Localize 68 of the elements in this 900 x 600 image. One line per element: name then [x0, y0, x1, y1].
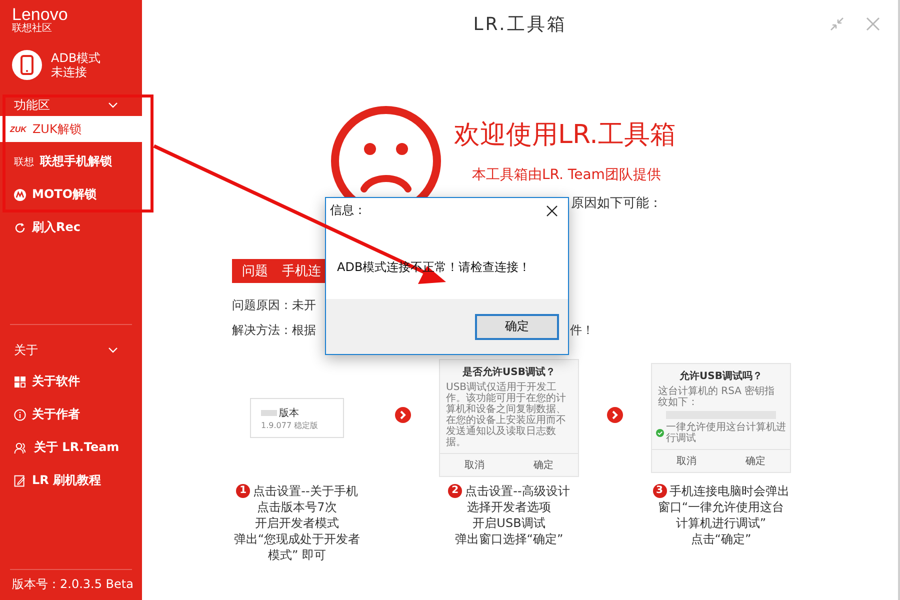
brand-label: 联想: [14, 156, 34, 168]
brand-logo: Lenovo: [12, 6, 68, 23]
info-icon: [14, 408, 26, 420]
check-icon: [656, 428, 664, 438]
checkbox-label: 一律允许使用这台计算机进行调试: [666, 422, 786, 444]
step-caption: 弹出窗口选择“确定”: [454, 531, 564, 547]
step-caption: 选择开发者选项: [466, 499, 551, 515]
dialog-heading: 允许USB调试吗？: [680, 370, 762, 383]
version-label: 版本号：2.0.3.5 Beta: [11, 576, 134, 593]
phone-icon: [12, 50, 42, 80]
grid-icon: [14, 376, 26, 388]
edit-note-icon: [14, 474, 26, 486]
section-header[interactable]: 功能区: [0, 94, 142, 116]
chevron-icon: [108, 347, 118, 353]
solution-text: 件！: [570, 322, 594, 339]
step-number: 2: [448, 484, 462, 498]
reason-text: 原因如下可能：: [571, 195, 662, 212]
welcome-heading: 欢迎使用LR.工具箱: [454, 119, 676, 152]
step-number: 1: [236, 484, 250, 498]
dialog-option: 取消: [652, 450, 721, 472]
step-caption: 窗口“一律允许使用这台: [658, 499, 784, 515]
sidebar-item[interactable]: MOTO解锁: [0, 178, 142, 211]
problem-label: 问题: [242, 263, 268, 280]
refresh-icon: [14, 222, 26, 234]
dialog-body: 这台计算机的 RSA 密钥指纹如下：: [657, 384, 776, 408]
step-caption: 点击版本号7次: [257, 499, 337, 515]
ok-button[interactable]: 确定: [475, 314, 559, 340]
step-caption: 点击“确定”: [690, 531, 752, 547]
dialog-heading: 是否允许USB调试？: [462, 366, 556, 379]
step-caption: 手机连接电脑时会弹出: [670, 483, 790, 499]
sidebar-item[interactable]: 联想 联想手机解锁: [0, 145, 142, 178]
step-number: 3: [652, 484, 666, 498]
blurred-text: [261, 410, 277, 416]
brand-subtitle: 联想社区: [12, 24, 52, 34]
provider-text: 本工具箱由LR. Team团队提供: [472, 166, 661, 184]
card-title: 版本: [279, 406, 299, 420]
solution-text: 解决方法：根据: [232, 322, 316, 339]
dialog-title: 信息：: [330, 202, 366, 219]
sidebar-item[interactable]: 关于作者: [0, 398, 142, 431]
device-mode: ADB模式: [51, 51, 101, 65]
connection-status: 未连接: [51, 65, 87, 79]
moto-logo-icon: [14, 188, 26, 200]
dialog-option: 确定: [721, 450, 790, 472]
sidebar-item[interactable]: ZUK ZUK解锁: [0, 116, 142, 142]
step-caption: 开启USB调试: [472, 515, 546, 531]
zuk-logo: ZUK: [10, 124, 26, 134]
restore-icon[interactable]: [830, 17, 844, 31]
sidebar-item[interactable]: 关于软件: [0, 365, 142, 398]
people-icon: [14, 442, 28, 454]
step-caption: 开启开发者模式: [255, 515, 339, 531]
dialog-option: 取消: [440, 454, 509, 476]
step-caption: 弹出“您现成处于开发者: [234, 531, 360, 547]
sidebar-item[interactable]: 刷入Rec: [0, 211, 142, 244]
card-subtitle: 1.9.077 稳定版: [261, 420, 320, 430]
dialog-body: USB调试仅适用于开发工作。该功能可用于在您的计算机和设备之间复制数据、在您的设备上安装应用而不发送通知以及读取日志数据。: [445, 380, 567, 448]
chevron-icon: [108, 102, 118, 108]
problem-title: 手机连: [282, 263, 321, 280]
step-caption: 计算机进行调试”: [676, 515, 766, 531]
dialog-option: 确定: [509, 454, 578, 476]
sidebar-item[interactable]: LR 刷机教程: [0, 464, 142, 497]
close-icon[interactable]: [546, 204, 558, 216]
step-caption: 点击设置--高级设计: [465, 483, 570, 499]
cause-text: 问题原因：未开: [232, 297, 316, 314]
section-header[interactable]: 关于: [0, 339, 142, 361]
sidebar-item[interactable]: 关于 LR.Team: [0, 431, 142, 464]
window-title: LR.工具箱: [473, 13, 567, 36]
step-caption: 点击设置--关于手机: [253, 483, 358, 499]
step-caption: 模式” 即可: [268, 547, 326, 563]
